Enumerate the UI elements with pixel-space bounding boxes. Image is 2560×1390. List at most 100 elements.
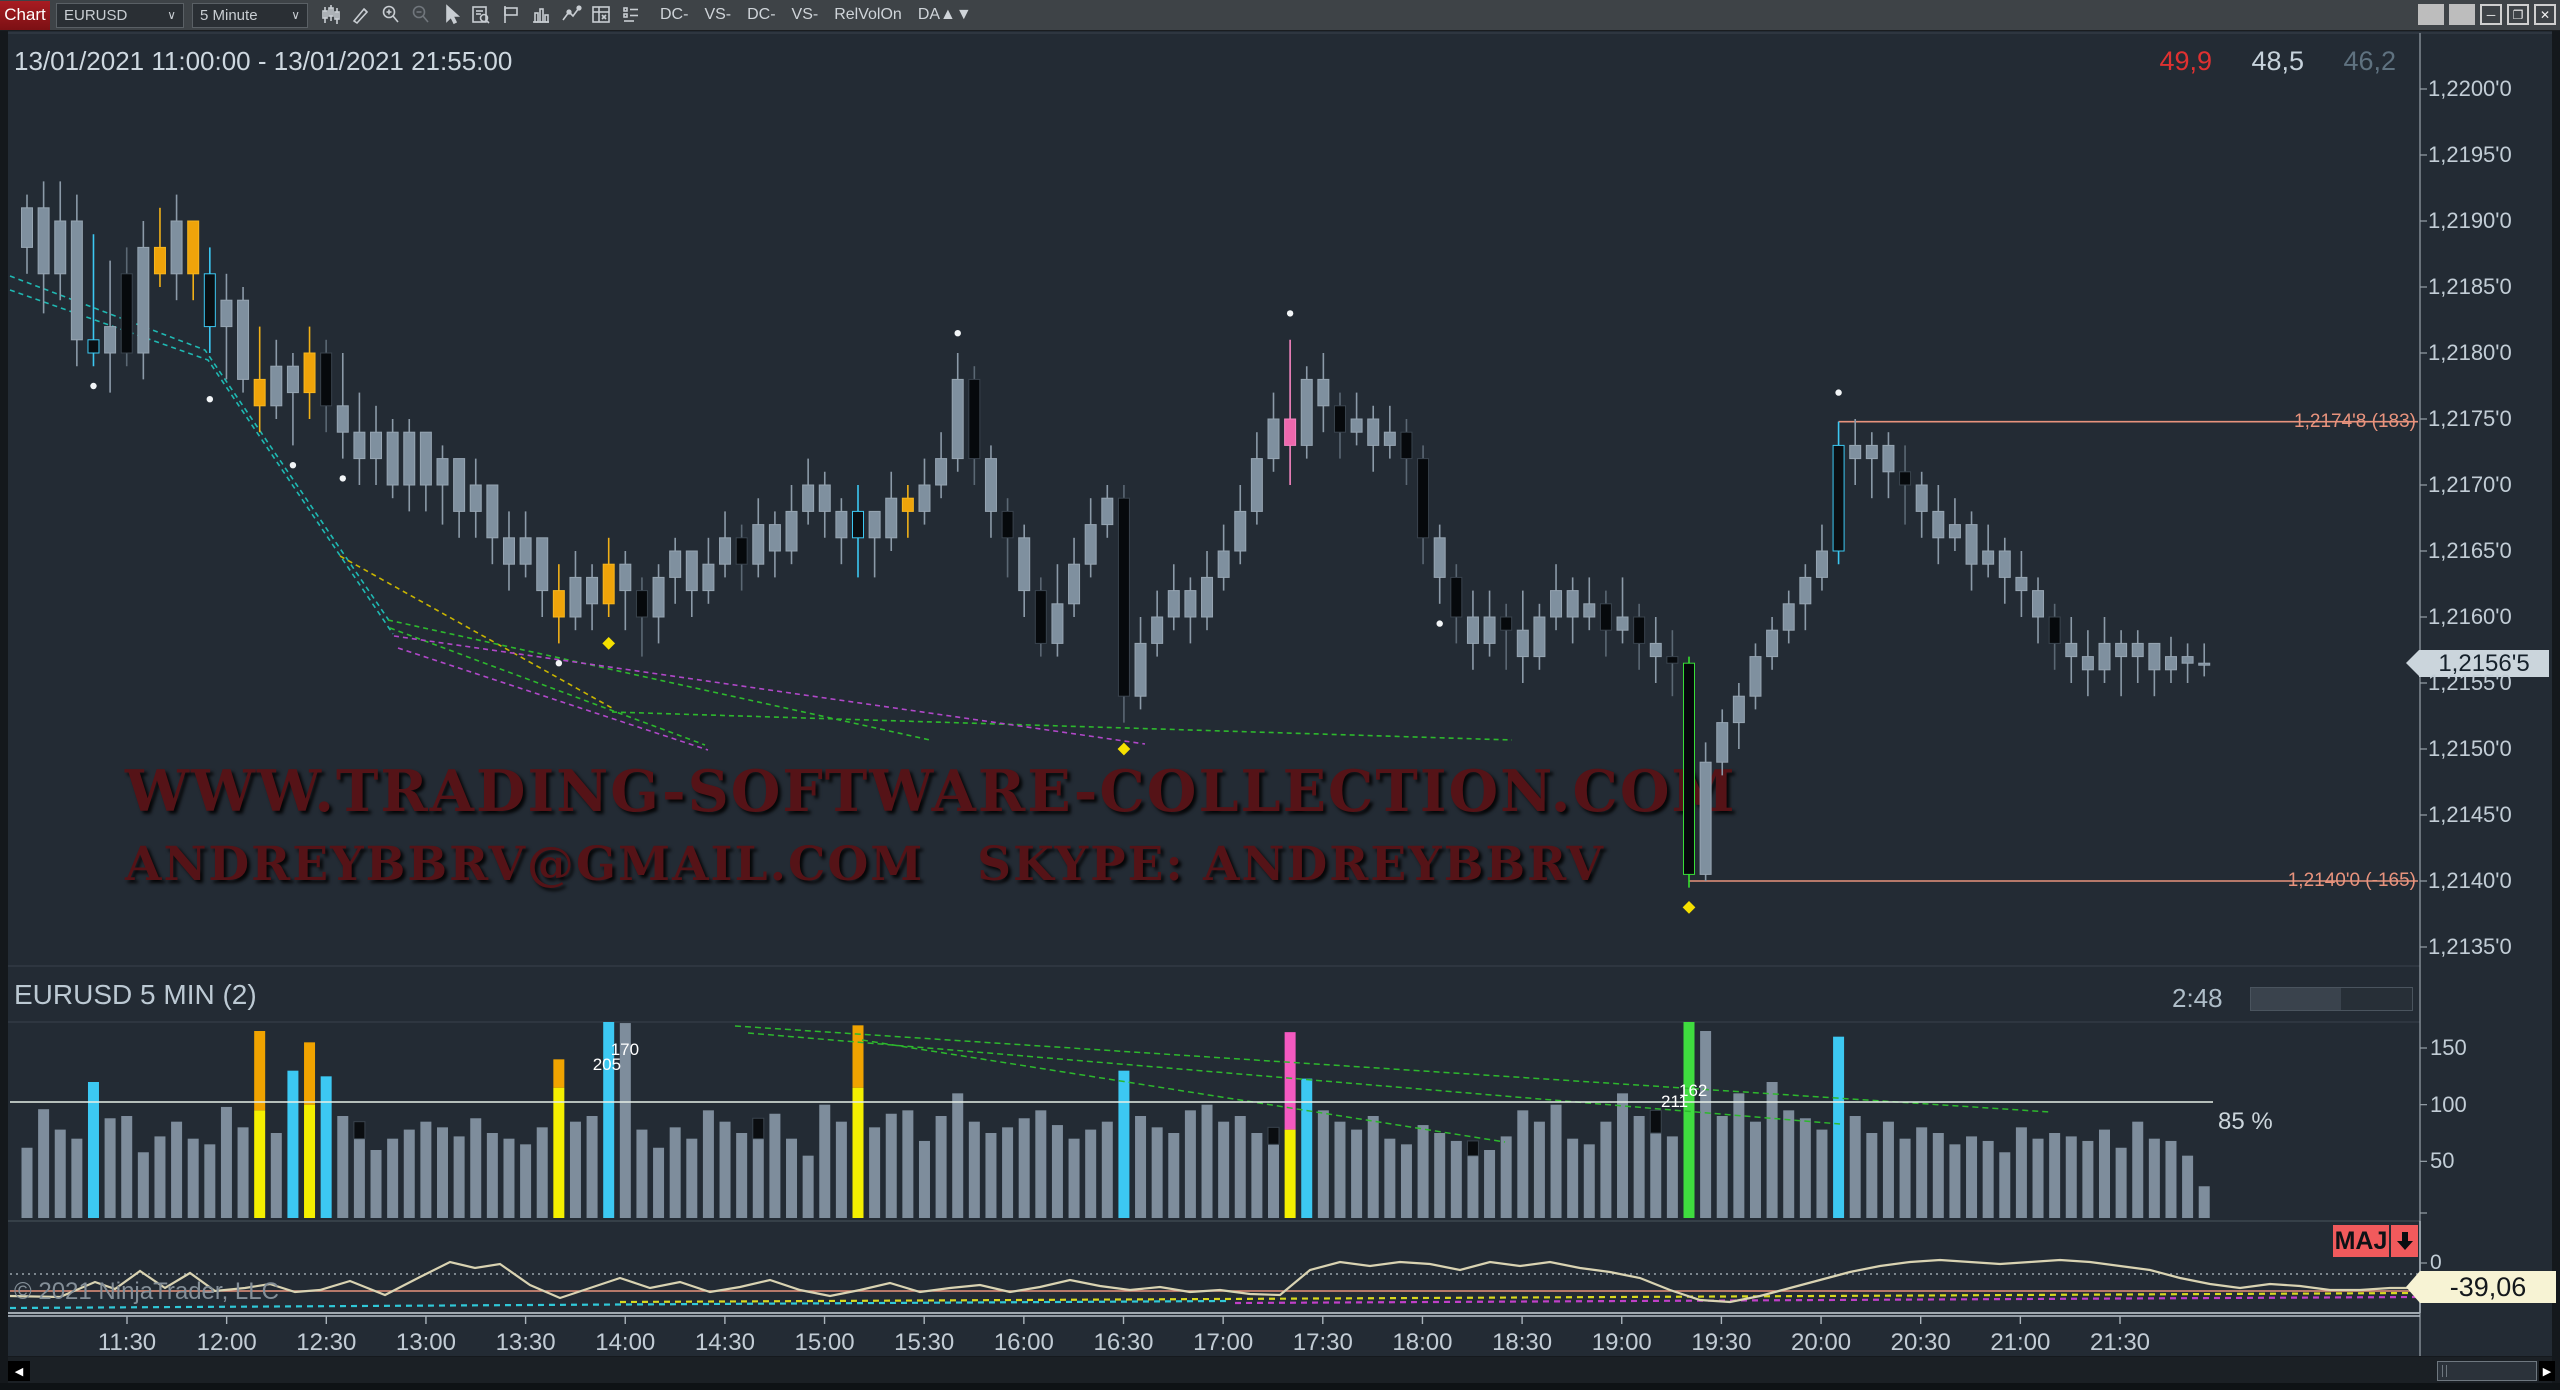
volume-value-label: 170 [611, 1040, 639, 1060]
oscillator-value-tag: -39,06 [2420, 1271, 2556, 1303]
volume-value-label: 162 [1679, 1081, 1707, 1101]
time-axis-label: 11:30 [98, 1329, 156, 1357]
toolbar-text-buttons: DC- VS- DC- VS- RelVolOn DA▲▼ [652, 6, 980, 24]
time-axis-label: 14:00 [595, 1329, 655, 1357]
scroll-right-button[interactable]: ▶ [2539, 1361, 2555, 1381]
scrollbar-thumb[interactable] [2437, 1361, 2537, 1381]
toolbar-icons [316, 4, 646, 26]
time-axis-label: 15:00 [795, 1329, 855, 1357]
price-axis-label: 1,2165'0 [2428, 538, 2512, 564]
price-axis-label: 1,2180'0 [2428, 340, 2512, 366]
minimize-button[interactable]: ─ [2480, 4, 2502, 25]
chevron-down-icon: ∨ [167, 8, 176, 22]
time-axis-label: 13:00 [396, 1329, 456, 1357]
volume-axis-label: 50 [2430, 1148, 2454, 1174]
time-axis-label: 18:30 [1492, 1329, 1552, 1357]
window-square-icon[interactable] [2418, 4, 2444, 25]
time-axis-label: 20:00 [1791, 1329, 1851, 1357]
time-axis-label: 14:30 [695, 1329, 755, 1357]
watermark-line2: ANDREYBBRV@GMAIL.COM SKYPE: ANDREYBBRV [125, 837, 1605, 892]
price-axis-label: 1,2200'0 [2428, 76, 2512, 102]
zoom-out-icon[interactable] [406, 4, 436, 26]
toolbar-button-vs[interactable]: VS- [704, 6, 731, 24]
toolbar-button-vs[interactable]: VS- [792, 6, 819, 24]
maj-label: MAJ [2333, 1225, 2389, 1257]
scrollbar-row [8, 1357, 2552, 1383]
time-axis-label: 12:00 [197, 1329, 257, 1357]
close-button[interactable]: ✕ [2534, 4, 2556, 25]
time-axis-label: 17:00 [1193, 1329, 1253, 1357]
toolbar-button-relvolon[interactable]: RelVolOn [834, 6, 902, 24]
chart-canvas[interactable] [8, 31, 2552, 1356]
ninjatrader-chart-window: Chart EURUSD ∨ 5 Minute ∨ DC- VS- DC- VS- Re… [0, 0, 2560, 1390]
time-axis-label: 20:30 [1891, 1329, 1951, 1357]
price-axis-label: 1,2190'0 [2428, 208, 2512, 234]
time-axis-label: 21:30 [2090, 1329, 2150, 1357]
price-axis-label: 1,2195'0 [2428, 142, 2512, 168]
time-axis-label: 19:30 [1691, 1329, 1751, 1357]
time-axis-label: 12:30 [296, 1329, 356, 1357]
watermark: WWW.TRADING-SOFTWARE-COLLECTION.COM ANDR… [125, 758, 1605, 892]
maj-badge[interactable]: MAJ [2333, 1225, 2418, 1257]
time-axis-label: 18:00 [1392, 1329, 1452, 1357]
instrument-value: EURUSD [64, 7, 127, 24]
right-border [2552, 31, 2560, 1390]
scroll-left-button[interactable]: ◀ [8, 1361, 30, 1381]
indicator-value: 48,5 [2230, 46, 2304, 77]
price-axis-label: 1,2160'0 [2428, 604, 2512, 630]
time-axis-label: 15:30 [894, 1329, 954, 1357]
time-axis-label: 17:30 [1293, 1329, 1353, 1357]
flag-icon[interactable] [496, 4, 526, 26]
left-border [0, 31, 8, 1390]
price-axis-label: 1,2135'0 [2428, 934, 2512, 960]
data-box-icon[interactable] [466, 4, 496, 26]
toolbar: Chart EURUSD ∨ 5 Minute ∨ DC- VS- DC- VS- Re… [0, 0, 2560, 31]
chart-tab[interactable]: Chart [0, 1, 50, 30]
time-axis-label: 21:00 [1990, 1329, 2050, 1357]
date-range: 13/01/2021 11:00:00 - 13/01/2021 21:55:0… [14, 46, 512, 77]
toolbar-button-dc[interactable]: DC- [747, 6, 775, 24]
cursor-icon[interactable] [436, 4, 466, 26]
indicator-value: 49,9 [2138, 46, 2212, 77]
price-axis-label: 1,2170'0 [2428, 472, 2512, 498]
volume-panel-title: EURUSD 5 MIN (2) [14, 979, 257, 1011]
price-axis-label: 1,2185'0 [2428, 274, 2512, 300]
indicator-value: 46,2 [2322, 46, 2396, 77]
bar-timer: 2:48 [2172, 983, 2223, 1014]
indicator-values: 49,9 48,5 46,2 [2120, 46, 2396, 77]
price-level-label: 1,2140'0 (-165) [2256, 870, 2416, 892]
chart-style-icon[interactable] [316, 4, 346, 26]
draw-icon[interactable] [346, 4, 376, 26]
indicator-bars-icon[interactable] [526, 4, 556, 26]
volume-axis-label: 100 [2430, 1092, 2467, 1118]
price-axis-label: 1,2140'0 [2428, 868, 2512, 894]
price-axis-label: 1,2150'0 [2428, 736, 2512, 762]
grid-icon[interactable] [586, 4, 616, 26]
price-axis-label: 1,2145'0 [2428, 802, 2512, 828]
period-value: 5 Minute [200, 7, 258, 24]
time-axis-label: 13:30 [496, 1329, 556, 1357]
period-dropdown[interactable]: 5 Minute ∨ [192, 3, 308, 28]
bar-progress [2250, 987, 2413, 1011]
price-level-label: 1,2174'8 (183) [2256, 411, 2416, 433]
time-axis-label: 19:00 [1592, 1329, 1652, 1357]
chevron-down-icon: ∨ [291, 8, 300, 22]
window-controls: ─ ❐ ✕ [2418, 4, 2556, 25]
price-axis-label: 1,2175'0 [2428, 406, 2512, 432]
restore-button[interactable]: ❐ [2507, 4, 2529, 25]
line-draw-icon[interactable] [556, 4, 586, 26]
zoom-in-icon[interactable] [376, 4, 406, 26]
price-axis-label: 1,2155'0 [2428, 670, 2512, 696]
watermark-line1: WWW.TRADING-SOFTWARE-COLLECTION.COM [125, 758, 1605, 825]
toolbar-button-da[interactable]: DA▲▼ [918, 6, 972, 24]
instrument-dropdown[interactable]: EURUSD ∨ [56, 3, 184, 28]
window-square-icon[interactable] [2449, 4, 2475, 25]
toolbar-button-dc[interactable]: DC- [660, 6, 688, 24]
time-axis-label: 16:30 [1093, 1329, 1153, 1357]
copyright: © 2021 NinjaTrader, LLC [14, 1278, 279, 1306]
bar-progress-fill [2251, 988, 2341, 1010]
window-bottom-edge [0, 1383, 2560, 1390]
time-axis-label: 16:00 [994, 1329, 1054, 1357]
list-icon[interactable] [616, 4, 646, 26]
down-arrow-icon [2391, 1225, 2418, 1257]
